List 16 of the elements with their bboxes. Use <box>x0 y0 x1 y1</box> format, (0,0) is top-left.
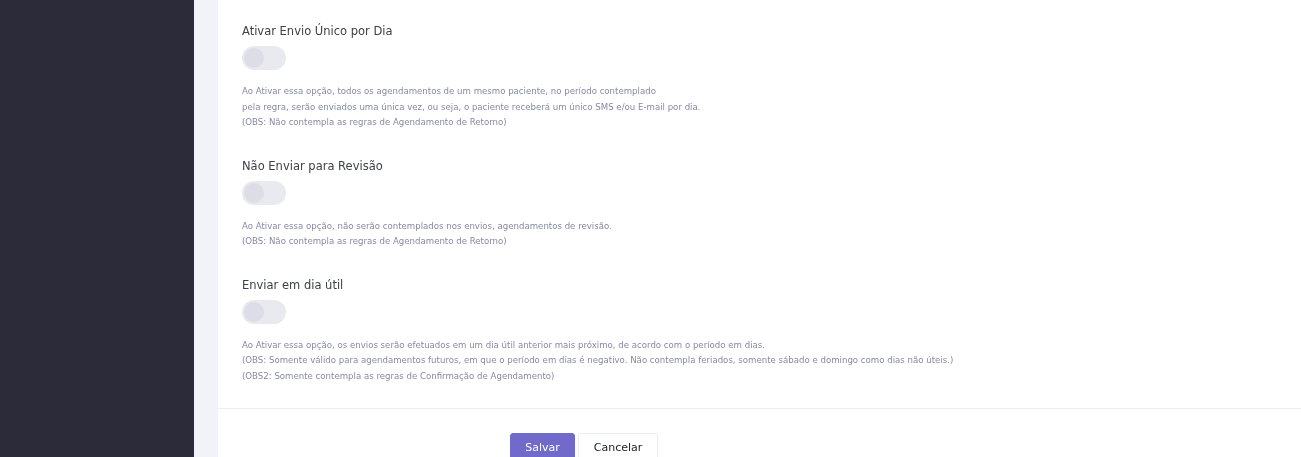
description-text: Ao Ativar essa opção, não serão contemplados nos envios, agendamentos de revisão. <box>242 219 613 233</box>
cancel-button[interactable]: Cancelar <box>578 433 658 457</box>
description-text: Ao Ativar essa opção, os envios serão efetuados em um dia útil anterior mais próximo, de acordo com o período em dias. <box>242 338 766 352</box>
description-text: (OBS: Não contempla as regras de Agendamento de Retorno) <box>242 116 508 129</box>
description-text: (OBS: Não contempla as regras de Agendamento de Retorno) <box>242 235 508 248</box>
description-text: pela regra, serão enviados uma única vez, ou seja, o paciente receberá um único SMS e/ou E-mail por dia. <box>242 100 702 114</box>
description-text: Ao Ativar essa opção, todos os agendamentos de um mesmo paciente, no período contemplado <box>242 85 657 98</box>
toggle-switch[interactable] <box>242 46 286 70</box>
setting-label: Enviar em dia útil <box>242 276 345 294</box>
setting-label: Ativar Envio Único por Dia <box>242 22 394 40</box>
toggle-switch[interactable] <box>242 299 286 324</box>
toggle-switch[interactable] <box>242 180 286 205</box>
description-text: (OBS: Somente válido para agendamentos futuros, em que o período em dias é negativo. Não contempla feriados, somente sábado e domingo como dias não úteis.) <box>242 354 955 367</box>
setting-label: Não Enviar para Revisão <box>242 157 384 175</box>
description-text: (OBS2: Somente contempla as regras de Confirmação de Agendamento) <box>242 369 556 383</box>
save-button[interactable]: Salvar <box>510 433 575 457</box>
